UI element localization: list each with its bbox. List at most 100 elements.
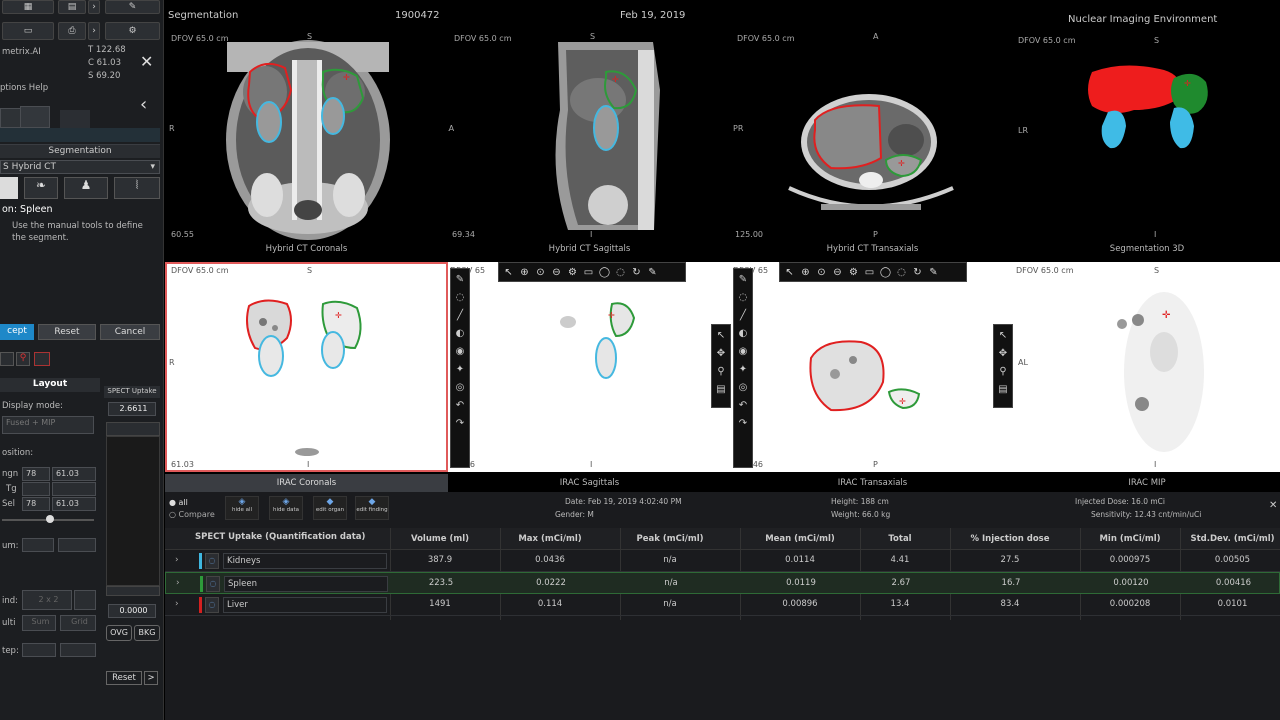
pen-icon[interactable]: ✎ xyxy=(736,272,750,286)
hide-data-button[interactable]: ◈ hide data xyxy=(269,496,303,520)
lasso-icon[interactable]: ◌ xyxy=(453,290,467,304)
organ-tool-spine[interactable]: ⦚ xyxy=(114,177,160,199)
table-row-spleen[interactable]: › ◌ Spleen 223.5 0.0222 n/a 0.0119 2.67 … xyxy=(165,572,1280,594)
redo-icon[interactable]: ↷ xyxy=(736,416,750,430)
zoom-in-icon[interactable]: ⊕ xyxy=(518,266,531,279)
zoom-icon[interactable]: ⊙ xyxy=(815,266,828,279)
pointer-icon[interactable]: ↖ xyxy=(714,328,728,342)
organ-name-field[interactable]: Spleen xyxy=(224,576,388,592)
accept-button[interactable]: cept xyxy=(0,324,34,340)
toolbar-more-button[interactable]: › xyxy=(88,0,100,14)
edit-organ-button[interactable]: ◆ edit organ xyxy=(313,496,347,520)
toolbar-button-5[interactable]: ⎙ xyxy=(58,22,86,40)
viewport-segmentation-3d[interactable]: DFOV 65.0 cm S LR I ✛ xyxy=(1014,30,1280,242)
position-slider-thumb[interactable] xyxy=(46,515,54,523)
hide-all-button[interactable]: ◈ hide all xyxy=(225,496,259,520)
pos-row-2-b[interactable] xyxy=(52,482,96,496)
organ-tool-body[interactable] xyxy=(0,177,18,199)
col-max[interactable]: Max (mCi/ml) xyxy=(505,534,595,544)
radio-all[interactable]: ● all xyxy=(169,498,188,507)
table-row-kidneys[interactable]: › ◌ Kidneys 387.9 0.0436 n/a 0.0114 4.41… xyxy=(165,550,1280,572)
viewport-ct-sagittal[interactable]: DFOV 65.0 cm S LA I 69.34 ✛ xyxy=(448,30,731,242)
lasso-icon[interactable]: ◌ xyxy=(736,290,750,304)
ellipse-icon[interactable]: ◯ xyxy=(598,266,611,279)
organ-tool-torso[interactable]: ♟ xyxy=(64,177,108,199)
toolbar-more-button-2[interactable]: › xyxy=(88,22,100,40)
dataset-select[interactable]: S Hybrid CT ▾ xyxy=(0,160,160,174)
pen-icon[interactable]: ✎ xyxy=(453,272,467,286)
col-total[interactable]: Total xyxy=(865,534,935,544)
expand-chevron-icon[interactable]: › xyxy=(175,555,179,565)
col-mean[interactable]: Mean (mCi/ml) xyxy=(745,534,855,544)
col-injection-dose[interactable]: % Injection dose xyxy=(955,534,1065,544)
close-panel-icon[interactable]: ✕ xyxy=(1269,500,1277,511)
bkg-button[interactable]: BKG xyxy=(134,625,160,641)
grow-icon[interactable]: ◎ xyxy=(736,380,750,394)
organ-name-field[interactable]: Liver xyxy=(223,597,387,613)
wand-icon[interactable]: ✦ xyxy=(453,362,467,376)
move-icon[interactable]: ✥ xyxy=(996,346,1010,360)
fill-icon[interactable]: ◉ xyxy=(736,344,750,358)
organ-contour-icon[interactable]: ◌ xyxy=(205,597,219,613)
toolbar-button-1[interactable]: ▦ xyxy=(2,0,54,14)
toolbar-button-3[interactable]: ✎ xyxy=(105,0,160,14)
grid-select-btn[interactable] xyxy=(74,590,96,610)
tool-icon-a[interactable] xyxy=(0,352,14,366)
num-field-2[interactable] xyxy=(58,538,96,552)
magnifier-icon[interactable]: ⚲ xyxy=(16,352,30,366)
undo-icon[interactable]: ↶ xyxy=(736,398,750,412)
gear-icon[interactable]: ⚙ xyxy=(847,266,860,279)
toolbar-button-4[interactable]: ▭ xyxy=(2,22,54,40)
pos-row-1-a[interactable]: 78 xyxy=(22,467,50,481)
tool-tab-3[interactable] xyxy=(60,110,90,128)
undo-icon[interactable]: ↶ xyxy=(453,398,467,412)
brush-icon[interactable]: ✎ xyxy=(927,266,940,279)
viewport-ct-coronal[interactable]: DFOV 65.0 cm S R I 60.55 ✛ xyxy=(165,30,448,242)
lower-threshold-value[interactable]: 0.0000 xyxy=(108,604,156,618)
col-peak[interactable]: Peak (mCi/ml) xyxy=(625,534,715,544)
step-field-2[interactable] xyxy=(60,643,96,657)
viewport-irac-mip[interactable]: DFOV 65.0 cm S AL I ✛ xyxy=(1014,262,1280,472)
eraser-icon[interactable]: ◐ xyxy=(453,326,467,340)
toolbar-button-6[interactable]: ⚙ xyxy=(105,22,160,40)
cancel-button[interactable]: Cancel xyxy=(100,324,160,340)
ovg-button[interactable]: OVG xyxy=(106,625,132,641)
pos-row-2-a[interactable] xyxy=(22,482,50,496)
pos-row-3-b[interactable]: 61.03 xyxy=(52,497,96,511)
redo-icon[interactable]: ↷ xyxy=(453,416,467,430)
rotate-icon[interactable]: ↻ xyxy=(630,266,643,279)
freehand-icon[interactable]: ◌ xyxy=(895,266,908,279)
mode-sum[interactable]: Sum xyxy=(22,615,56,631)
reset-button[interactable]: Reset xyxy=(38,324,96,340)
expand-chevron-icon[interactable]: › xyxy=(176,578,180,588)
organ-contour-icon[interactable]: ◌ xyxy=(205,553,219,569)
pos-row-1-b[interactable]: 61.03 xyxy=(52,467,96,481)
pointer-icon[interactable]: ↖ xyxy=(502,266,515,279)
display-mode-select[interactable]: Fused + MIP xyxy=(2,416,94,434)
fill-icon[interactable]: ◉ xyxy=(453,344,467,358)
magnifier-icon[interactable]: ⚲ xyxy=(996,364,1010,378)
grid-select[interactable]: 2 x 2 xyxy=(22,590,72,610)
pointer-icon[interactable]: ↖ xyxy=(996,328,1010,342)
organ-name-field[interactable]: Kidneys xyxy=(223,553,387,569)
brush-icon[interactable]: ╱ xyxy=(736,308,750,322)
col-volume[interactable]: Volume (ml) xyxy=(395,534,485,544)
viewport-irac-transaxial[interactable]: DFOV 65 A P 121.46 ✛ xyxy=(731,262,1014,472)
toolbar-button-2[interactable]: ▤ xyxy=(58,0,86,14)
organ-tool-kidneys[interactable]: ❧ xyxy=(24,177,58,199)
mode-grid[interactable]: Grid xyxy=(60,615,96,631)
next-button[interactable]: > xyxy=(144,671,158,685)
rotate-icon[interactable]: ↻ xyxy=(911,266,924,279)
move-icon[interactable]: ✥ xyxy=(714,346,728,360)
delete-icon[interactable]: ▤ xyxy=(996,382,1010,396)
red-tool-icon[interactable] xyxy=(34,352,50,366)
zoom-icon[interactable]: ⊙ xyxy=(534,266,547,279)
delete-icon[interactable]: ▤ xyxy=(714,382,728,396)
collapse-chevron-icon[interactable]: ‹ xyxy=(140,94,147,115)
rectangle-icon[interactable]: ▭ xyxy=(582,266,595,279)
viewport-irac-coronal[interactable]: DFOV 65.0 cm S R I 61.03 ✛ xyxy=(165,262,448,472)
tool-tab-1[interactable] xyxy=(0,108,22,128)
ellipse-icon[interactable]: ◯ xyxy=(879,266,892,279)
radio-compare[interactable]: ○ Compare xyxy=(169,510,215,519)
magnifier-icon[interactable]: ⚲ xyxy=(714,364,728,378)
